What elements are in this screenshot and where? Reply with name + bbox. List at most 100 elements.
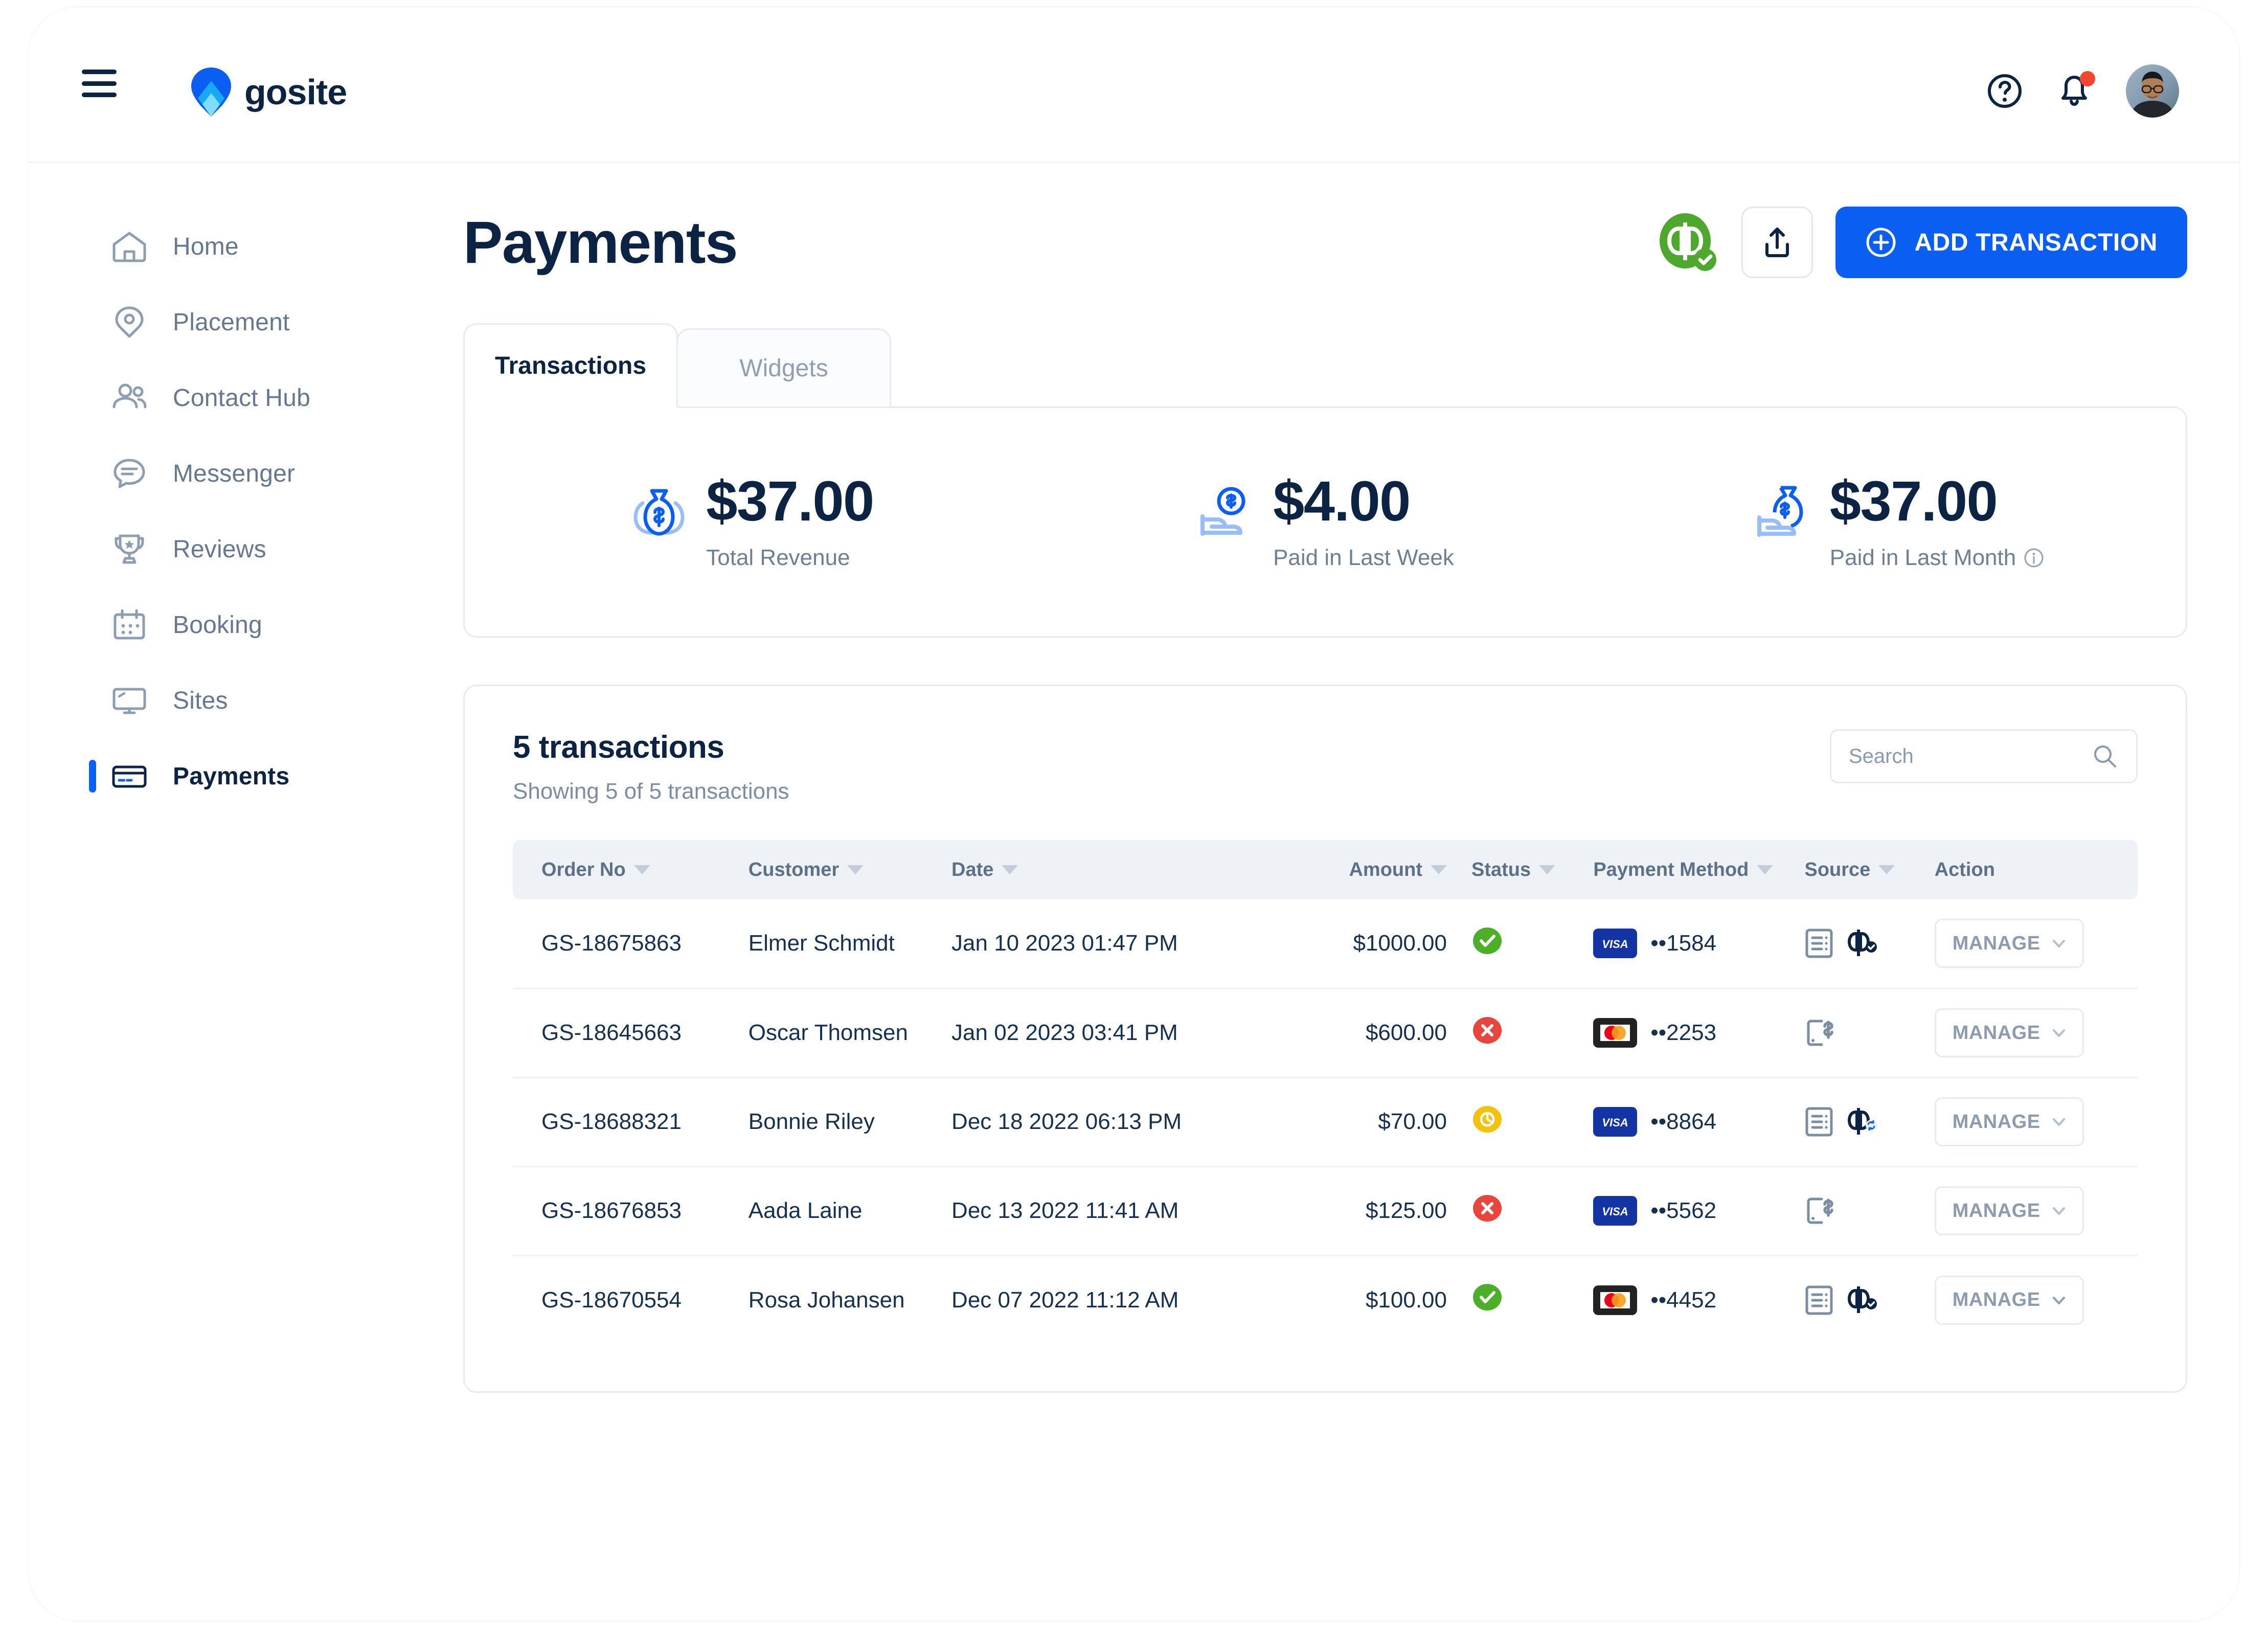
top-bar: gosite	[29, 7, 2239, 163]
manage-button[interactable]: MANAGE	[1934, 1275, 2084, 1325]
hand-money-bag-icon	[1757, 486, 1803, 537]
search-icon[interactable]	[2091, 742, 2119, 770]
table-row[interactable]: GS-18645663 Oscar Thomsen Jan 02 2023 03…	[513, 988, 2138, 1078]
chat-bubble-icon	[109, 454, 149, 493]
quick-pay-icon	[1807, 1197, 1834, 1224]
sidebar-item-label: Sites	[173, 687, 228, 714]
monitor-icon	[109, 681, 149, 720]
info-icon[interactable]	[2023, 547, 2045, 569]
column-source[interactable]: Source	[1804, 840, 1935, 899]
manage-label: MANAGE	[1952, 932, 2040, 954]
sidebar-item-messenger[interactable]: Messenger	[29, 436, 387, 511]
credit-card-icon	[109, 756, 149, 796]
manage-label: MANAGE	[1952, 1022, 2040, 1044]
table-row[interactable]: GS-18675863 Elmer Schmidt Jan 10 2023 01…	[513, 899, 2138, 989]
manage-button[interactable]: MANAGE	[1934, 1097, 2084, 1146]
plus-circle-icon	[1866, 228, 1896, 257]
sidebar-item-placement[interactable]: Placement	[29, 284, 387, 360]
sidebar-item-contact-hub[interactable]: Contact Hub	[29, 360, 387, 436]
stat-label: Paid in Last Month	[1830, 545, 2045, 571]
cell-payment-method: VISA ••1584	[1593, 899, 1805, 989]
tab-widgets[interactable]: Widgets	[676, 328, 891, 408]
location-pin-icon	[109, 302, 149, 342]
sidebar-item-label: Booking	[173, 611, 262, 639]
transactions-count-title: 5 transactions	[513, 730, 724, 765]
sort-caret-icon	[1539, 865, 1556, 874]
table-row[interactable]: GS-18670554 Rosa Johansen Dec 07 2022 11…	[513, 1255, 2138, 1344]
transactions-table: Order No Customer Date Amount Status Pay…	[513, 840, 2138, 1344]
table-row[interactable]: GS-18688321 Bonnie Riley Dec 18 2022 06:…	[513, 1077, 2138, 1167]
sidebar-item-payments[interactable]: Payments	[29, 738, 387, 814]
invoice-icon	[1805, 1285, 1833, 1315]
cell-customer: Elmer Schmidt	[748, 899, 952, 989]
home-icon	[109, 227, 149, 266]
manage-button[interactable]: MANAGE	[1934, 919, 2084, 968]
search-input[interactable]	[1849, 744, 2069, 768]
column-order-no[interactable]: Order No	[513, 840, 749, 899]
cell-date: Dec 07 2022 11:12 AM	[951, 1287, 1179, 1313]
hamburger-icon[interactable]	[82, 70, 117, 97]
cell-date: Dec 18 2022 06:13 PM	[951, 1077, 1293, 1167]
quickbooks-synced-icon	[1848, 930, 1877, 957]
chevron-down-icon	[2052, 1207, 2065, 1215]
column-amount[interactable]: Amount	[1292, 840, 1471, 899]
x-circle-icon	[1473, 1016, 1502, 1044]
card-digits: ••2253	[1650, 1020, 1717, 1045]
sort-caret-icon	[1431, 865, 1447, 874]
brand-logo[interactable]: gosite	[191, 67, 347, 117]
cell-action: MANAGE	[1934, 899, 2138, 989]
column-payment-method[interactable]: Payment Method	[1593, 840, 1805, 899]
search-box[interactable]	[1830, 729, 2138, 783]
cell-action: MANAGE	[1934, 988, 2138, 1078]
cell-amount: $600.00	[1292, 988, 1471, 1078]
app-screenshot: gosite Home Placement Contact Hub Messen…	[0, 0, 2268, 1628]
column-customer[interactable]: Customer	[748, 840, 952, 899]
table-header: Order No Customer Date Amount Status Pay…	[513, 840, 2138, 899]
stat-value: $37.00	[1829, 470, 1998, 533]
visa-card-icon: VISA	[1593, 1107, 1638, 1137]
page-title: Payments	[463, 209, 738, 276]
add-transaction-button[interactable]: ADD TRANSACTION	[1835, 207, 2187, 278]
avatar[interactable]	[2126, 64, 2179, 118]
cell-customer: Rosa Johansen	[748, 1287, 905, 1313]
cell-payment-method: VISA ••8864	[1593, 1077, 1805, 1167]
cell-amount: $125.00	[1292, 1166, 1471, 1256]
card-digits: ••4452	[1650, 1287, 1717, 1313]
manage-label: MANAGE	[1952, 1289, 2040, 1311]
column-date[interactable]: Date	[951, 840, 1293, 899]
stats-summary-card: $37.00 Total Revenue $4.00 Paid in Last …	[463, 406, 2187, 638]
sidebar-item-booking[interactable]: Booking	[29, 587, 387, 663]
main-content: Payments ADD TRANSACTION Transactions Wi…	[387, 163, 2239, 1621]
sort-caret-icon	[633, 865, 650, 874]
cell-date: Dec 13 2022 11:41 AM	[951, 1166, 1293, 1256]
export-button[interactable]	[1741, 207, 1813, 278]
bell-icon[interactable]	[2056, 71, 2095, 109]
sidebar-item-home[interactable]: Home	[29, 209, 387, 284]
manage-button[interactable]: MANAGE	[1934, 1186, 2084, 1235]
tab-transactions[interactable]: Transactions	[463, 323, 678, 408]
cell-status	[1471, 988, 1594, 1078]
tab-label: Transactions	[494, 352, 647, 379]
cell-order-no: GS-18688321	[513, 1077, 749, 1167]
column-status[interactable]: Status	[1471, 840, 1594, 899]
table-row[interactable]: GS-18676853 Aada Laine Dec 13 2022 11:41…	[513, 1166, 2138, 1256]
chevron-down-icon	[2052, 1296, 2065, 1304]
cell-order-no: GS-18676853	[513, 1166, 749, 1256]
cell-payment-method: ••4452	[1593, 1255, 1804, 1344]
help-circle-icon[interactable]	[1987, 73, 2023, 109]
cell-source	[1804, 988, 1935, 1078]
quickbooks-connected-icon[interactable]	[1657, 211, 1719, 274]
cell-source	[1804, 1077, 1935, 1167]
cell-payment-method: ••2253	[1593, 988, 1805, 1078]
sidebar-item-sites[interactable]: Sites	[29, 663, 387, 738]
sidebar-item-reviews[interactable]: Reviews	[29, 511, 387, 587]
cell-status	[1471, 1077, 1594, 1167]
cell-action: MANAGE	[1934, 1255, 2138, 1344]
manage-button[interactable]: MANAGE	[1934, 1008, 2084, 1057]
column-action: Action	[1934, 840, 2138, 899]
cell-source	[1804, 1166, 1935, 1256]
cell-customer: Oscar Thomsen	[748, 988, 952, 1078]
sort-caret-icon	[1757, 865, 1774, 874]
card-digits: ••8864	[1650, 1109, 1717, 1134]
cell-payment-method: VISA ••5562	[1593, 1166, 1805, 1256]
